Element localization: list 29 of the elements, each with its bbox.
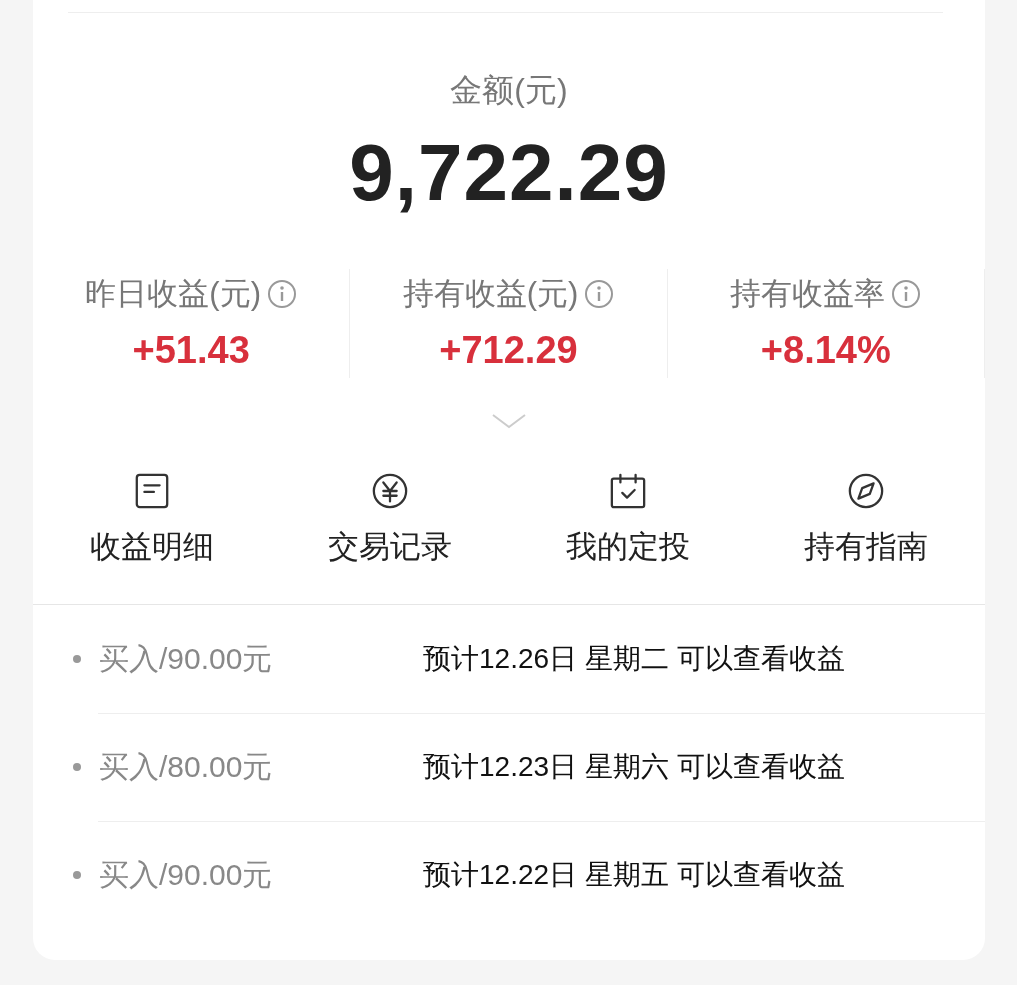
document-icon: [133, 472, 171, 510]
stat-value: +51.43: [132, 329, 250, 372]
info-icon[interactable]: [267, 279, 297, 309]
earnings-date-note: 预计12.22日 星期五 可以查看收益: [423, 858, 845, 892]
shortcut-button[interactable]: 我的定投: [509, 472, 747, 568]
bullet-icon: [73, 655, 81, 663]
chevron-down-icon[interactable]: [491, 412, 527, 430]
amount-label: 金额(元): [449, 71, 569, 110]
earnings-date-note: 预计12.23日 星期六 可以查看收益: [423, 750, 845, 784]
yen-icon: [371, 472, 409, 510]
calendar-icon: [609, 472, 647, 510]
stat-label: 持有收益(元): [402, 275, 579, 313]
stat-label: 昨日收益(元): [85, 275, 261, 313]
purchase-amount: 买入/90.00元: [99, 640, 274, 677]
bullet-icon: [73, 871, 81, 879]
stat-value: +8.14%: [760, 329, 891, 372]
shortcut-button[interactable]: 持有指南: [747, 472, 985, 568]
shortcut-button[interactable]: 交易记录: [271, 472, 509, 568]
compass-icon: [847, 472, 885, 510]
stat-label: 持有收益率: [730, 275, 886, 313]
shortcut-button[interactable]: 收益明细: [33, 472, 271, 568]
earnings-date-note: 预计12.26日 星期二 可以查看收益: [423, 642, 845, 676]
amount-value: 9,722.29: [348, 127, 670, 219]
purchase-amount: 买入/90.00元: [99, 856, 274, 893]
purchase-amount: 买入/80.00元: [99, 748, 274, 785]
info-icon[interactable]: [584, 279, 615, 309]
stat-value: +712.29: [439, 329, 578, 372]
info-icon[interactable]: [891, 279, 922, 309]
bullet-icon: [73, 763, 81, 771]
